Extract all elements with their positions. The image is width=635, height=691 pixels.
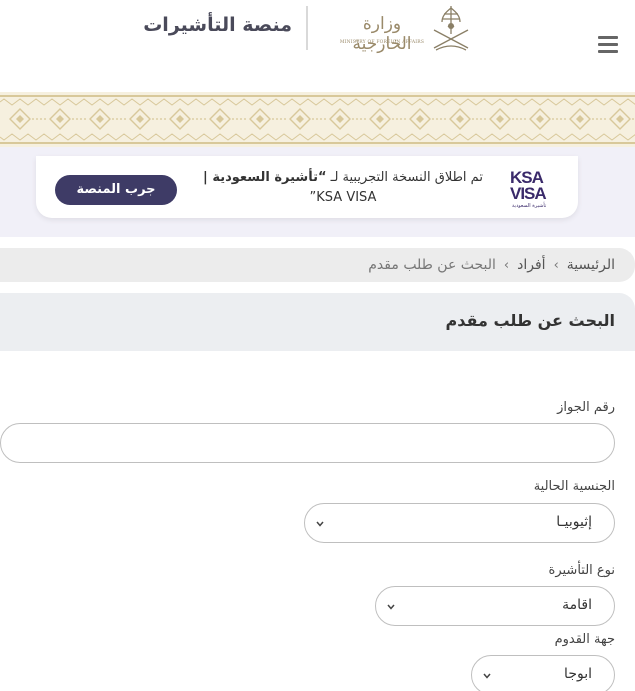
ksa-logo-line2: VISA — [510, 184, 547, 203]
nationality-value: إثيوبيـا — [556, 514, 592, 530]
ministry-name-ar: وزارة الخارجية — [352, 14, 412, 54]
visa-type-label: نوع التأشيرة — [548, 563, 615, 578]
chevron-down-icon — [387, 604, 395, 610]
breadcrumb-individuals[interactable]: أفراد — [517, 257, 545, 273]
arrival-point-label: جهة القدوم — [554, 632, 615, 647]
chevron-down-icon — [483, 673, 491, 679]
header: وزارة الخارجية MINISTRY OF FOREIGN AFFAI… — [0, 0, 635, 92]
page-title: البحث عن طلب مقدم — [445, 311, 615, 330]
arrival-point-value: ابوجا — [564, 666, 592, 682]
chevron-down-icon — [316, 521, 324, 527]
hamburger-menu-icon[interactable] — [598, 36, 618, 54]
decorative-pattern-band — [0, 92, 635, 147]
page-title-bar: البحث عن طلب مقدم — [0, 293, 635, 351]
ksa-logo-caption: تأشيرة السعودية — [512, 203, 547, 209]
banner-text-line2: KSA VISA” — [309, 190, 377, 205]
breadcrumb-current: البحث عن طلب مقدم — [368, 257, 496, 273]
header-divider — [306, 6, 308, 50]
banner-text-prefix: تم اطلاق النسخة التجريبية لـ — [326, 170, 483, 185]
arrival-point-select[interactable]: ابوجا — [471, 655, 615, 691]
banner-text-highlight: “تأشيرة السعودية | — [203, 170, 327, 185]
passport-number-input[interactable] — [0, 423, 615, 463]
nationality-label: الجنسية الحالية — [533, 479, 615, 494]
breadcrumb-home[interactable]: الرئيسية — [567, 257, 615, 273]
platform-title: منصة التأشيرات — [143, 14, 292, 36]
try-platform-button[interactable]: جرب المنصة — [55, 175, 177, 205]
breadcrumb-separator: › — [553, 257, 559, 273]
banner-text: تم اطلاق النسخة التجريبية لـ “تأشيرة الس… — [186, 168, 500, 208]
saudi-emblem-icon — [428, 4, 474, 54]
ksa-visa-logo: KSA VISA تأشيرة السعودية — [510, 168, 562, 212]
passport-number-label: رقم الجواز — [557, 400, 615, 415]
nationality-select[interactable]: إثيوبيـا — [304, 503, 615, 543]
ministry-name-en: MINISTRY OF FOREIGN AFFAIRS — [339, 40, 425, 45]
visa-type-select[interactable]: اقامة — [375, 586, 615, 626]
visa-type-value: اقامة — [562, 597, 592, 613]
breadcrumb: الرئيسية › أفراد › البحث عن طلب مقدم — [0, 248, 635, 282]
breadcrumb-separator: › — [503, 257, 510, 273]
